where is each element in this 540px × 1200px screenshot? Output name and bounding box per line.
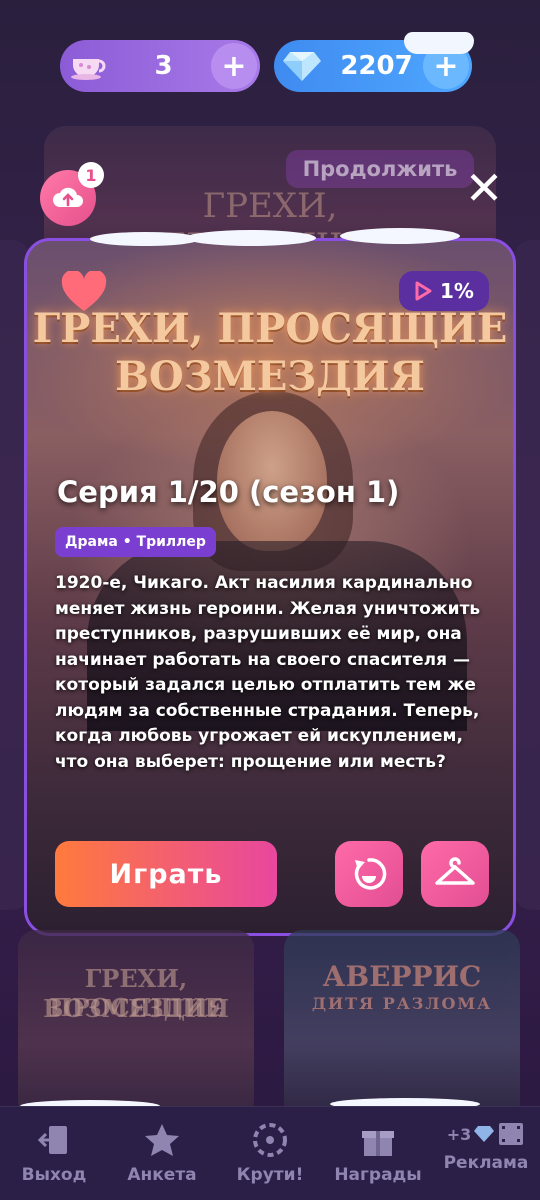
progress-badge: 1% [399,271,489,311]
nav-label: Реклама [443,1153,529,1173]
episode-title: Серия 1/20 (сезон 1) [57,475,400,509]
cloud-upload-button[interactable]: 1 [40,162,104,226]
gift-icon [358,1121,398,1159]
nav-profile[interactable]: Анкета [108,1107,216,1200]
story-detail-card: ГРЕХИ, ПРОСЯЩИЕ ВОЗМЕЗДИЯ 1% Серия 1/20 … [24,238,516,936]
ad-bonus-count: +3 [446,1124,472,1144]
story-card-averris[interactable]: АВЕРРИС ДИТЯ РАЗЛОМА [284,930,520,1120]
background-card-right [514,240,540,910]
bottom-navigation: Выход Анкета Крути! Награды +3 Реклама [0,1106,540,1200]
restart-button[interactable] [335,841,403,907]
ad-reward-row: +3 [447,1121,526,1147]
nav-exit[interactable]: Выход [0,1107,108,1200]
wheel-icon [250,1121,290,1159]
nav-rewards[interactable]: Награды [324,1107,432,1200]
nav-label: Награды [334,1165,422,1185]
snow-decoration [186,230,316,246]
cloud-upload-icon [53,187,83,207]
restart-icon [354,858,387,890]
video-ad-icon [499,1123,524,1145]
nav-ads[interactable]: +3 Реклама [432,1107,540,1200]
close-icon[interactable]: ✕ [462,161,506,215]
story-description: 1920-е, Чикаго. Акт насилия кардинально … [55,573,481,772]
story-card-sins[interactable]: ГРЕХИ, ПРОСЯЩИЕ ВОЗМЕЗДИЯ [18,930,254,1120]
play-triangle-icon [415,281,432,301]
progress-percent: 1% [440,279,474,303]
snow-decoration [340,228,460,244]
nav-spin[interactable]: Крути! [216,1107,324,1200]
story-card-title: АВЕРРИС [322,960,482,993]
story-card-title: ВОЗМЕЗДИЯ [43,994,229,1023]
nav-label: Крути! [236,1165,304,1185]
nav-label: Выход [21,1165,87,1185]
diamond-icon [274,40,330,92]
add-tea-button[interactable]: + [211,43,257,89]
hanger-icon [435,857,475,885]
nav-label: Анкета [127,1165,197,1185]
genre-tag: Драма • Триллер [55,527,216,557]
gems-count: 2207 [340,51,413,81]
snow-decoration [404,32,474,54]
exit-door-icon [34,1121,74,1159]
favorite-heart-icon[interactable] [61,269,107,315]
diamond-icon [474,1126,495,1142]
tea-currency-pill: 3 + [60,40,260,92]
star-profile-icon [142,1121,182,1159]
story-card-subtitle: ДИТЯ РАЗЛОМА [311,994,493,1013]
upload-badge: 1 [78,162,104,188]
play-button[interactable]: Играть [55,841,277,907]
tea-count: 3 [154,51,173,81]
snow-decoration [90,232,200,246]
wardrobe-button[interactable] [421,841,489,907]
cover-title-line2: ВОЗМЕЗДИЯ [115,353,425,400]
background-continue-button: Продолжить [286,150,474,188]
teacup-icon [60,40,116,92]
